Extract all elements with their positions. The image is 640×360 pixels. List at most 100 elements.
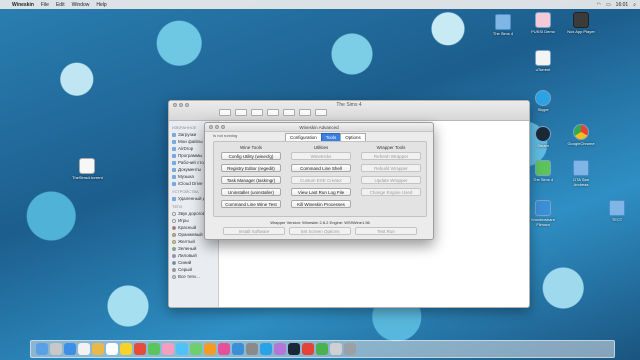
system-preferences-dock-icon[interactable] <box>246 343 258 355</box>
back-button[interactable] <box>219 109 231 116</box>
launchpad-dock-icon[interactable] <box>50 343 62 355</box>
rebuild-wrapper-button[interactable]: Rebuild Wrapper <box>361 164 421 172</box>
desktop-icon-torrent-file[interactable]: TheSims4.torrent <box>72 158 103 180</box>
wrapper-tools-header: Wrapper Tools <box>376 145 406 150</box>
desktop-icon-filmora[interactable]: Wondershare Filmora <box>528 200 558 227</box>
registry-editor-button[interactable]: Registry Editor (regedit) <box>221 164 281 172</box>
desktop-icon-the-sims-4-folder[interactable]: The Sims 4 <box>488 14 518 36</box>
desktop-icon-pussi-demo[interactable]: PUSSI Demo <box>528 12 558 34</box>
calendar-dock-icon[interactable] <box>106 343 118 355</box>
tag-color-dot-icon <box>172 274 176 279</box>
config-utility-button[interactable]: Config Utility (winecfg) <box>221 152 281 160</box>
version-info: Wrapper Version: Wineskin 2.6.2 Engine: … <box>270 220 370 225</box>
set-screen-options-button[interactable]: Set Screen Options <box>289 227 351 235</box>
menu-edit[interactable]: Edit <box>56 2 65 8</box>
kill-wineskin-processes-button[interactable]: Kill Wineskin Processes <box>291 200 351 208</box>
sidebar-tag-item[interactable]: Зеленый <box>172 245 215 252</box>
task-manager-button[interactable]: Task Manager (taskmgr) <box>221 176 281 184</box>
command-line-wine-test-button[interactable]: Command Line Wine Test <box>221 200 281 208</box>
test-run-button[interactable]: Test Run <box>355 227 417 235</box>
view-icons-button[interactable] <box>235 109 247 116</box>
skype-dock-icon[interactable] <box>260 343 272 355</box>
run-status: Is not running <box>213 133 238 138</box>
reminders-dock-icon[interactable] <box>134 343 146 355</box>
wifi-icon[interactable]: ◠ <box>597 2 601 8</box>
tools-panel: Wine Tools Utilities Wrapper Tools Confi… <box>213 141 427 217</box>
messages-dock-icon[interactable] <box>176 343 188 355</box>
sidebar-tag-item[interactable]: Лиловый <box>172 252 215 259</box>
sidebar-tag-item[interactable]: Все теги… <box>172 273 215 280</box>
desktop-icon-the-sims-4-app[interactable]: The Sims 4 <box>528 160 558 182</box>
sidebar-tag-label: Оранжевый <box>178 232 203 237</box>
safari-dock-icon[interactable] <box>64 343 76 355</box>
utorrent-dock-icon[interactable] <box>316 343 328 355</box>
action-button[interactable] <box>283 109 295 116</box>
tag-color-dot-icon <box>172 211 176 216</box>
downloads-dock-icon[interactable] <box>330 343 342 355</box>
folder-icon <box>573 160 589 176</box>
wine-tools-header: Wine Tools <box>240 145 262 150</box>
desktop-icon-nox[interactable]: Nox App Player <box>566 12 596 34</box>
mail-dock-icon[interactable] <box>78 343 90 355</box>
wineskin-advanced-window: Wineskin Advanced Is not running Configu… <box>204 122 434 240</box>
skype-icon <box>535 90 551 106</box>
tag-color-dot-icon <box>172 232 176 237</box>
cat-icon <box>535 12 551 28</box>
sidebar-tag-label: Серый <box>178 267 193 272</box>
battery-icon[interactable]: ▭ <box>606 2 611 8</box>
view-last-run-log-button[interactable]: View Last Run Log File <box>291 188 351 196</box>
desktop-icon-utorrent[interactable]: uTorrent <box>528 50 558 72</box>
sidebar-tag-label: Лиловый <box>178 253 197 258</box>
pages-dock-icon[interactable] <box>204 343 216 355</box>
clock[interactable]: 16:01 <box>616 2 629 8</box>
app-store-dock-icon[interactable] <box>232 343 244 355</box>
uninstaller-button[interactable]: Uninstaller (uninstaller) <box>221 188 281 196</box>
desktop-icon-test-folder[interactable]: ТЕСТ <box>602 200 632 222</box>
utilities-header: Utilities <box>313 145 329 150</box>
update-wrapper-button[interactable]: Update Wrapper <box>361 176 421 184</box>
view-list-button[interactable] <box>251 109 263 116</box>
maps-dock-icon[interactable] <box>148 343 160 355</box>
tags-button[interactable] <box>315 109 327 116</box>
torrent-file-icon <box>79 158 95 174</box>
filmora-icon <box>535 200 551 216</box>
menu-help[interactable]: Help <box>96 2 106 8</box>
custom-exe-creator-button[interactable]: Custom EXE Creator <box>291 176 351 184</box>
refresh-wrapper-button[interactable]: Refresh Wrapper <box>361 152 421 160</box>
menu-file[interactable]: File <box>41 2 49 8</box>
change-engine-button[interactable]: Change Engine Used <box>361 188 421 196</box>
folder-icon <box>495 14 511 30</box>
sidebar-tag-label: Синий <box>178 260 192 265</box>
sidebar-tag-item[interactable]: Синий <box>172 259 215 266</box>
tag-color-dot-icon <box>172 218 176 223</box>
wineskin-dock-icon[interactable] <box>274 343 286 355</box>
finder-dock-icon[interactable] <box>36 343 48 355</box>
photos-dock-icon[interactable] <box>162 343 174 355</box>
airdrop-icon <box>172 146 176 151</box>
menu-window[interactable]: Window <box>72 2 90 8</box>
arrange-button[interactable] <box>267 109 279 116</box>
app-menu[interactable]: Wineskin <box>12 2 34 8</box>
command-line-shell-button[interactable]: Command Line Shell <box>291 164 351 172</box>
sidebar-tag-label: Зеленый <box>178 246 197 251</box>
trash-dock-icon[interactable] <box>344 343 356 355</box>
music-icon <box>172 174 176 179</box>
share-button[interactable] <box>299 109 311 116</box>
sidebar-tag-label: Все теги… <box>178 274 201 279</box>
desktop-icon-gta[interactable]: GTA San Andreas <box>566 160 596 187</box>
sidebar-tag-label: Звук дорогой <box>178 211 206 216</box>
contacts-dock-icon[interactable] <box>92 343 104 355</box>
chrome-dock-icon[interactable] <box>302 343 314 355</box>
desktop-icon-skype[interactable]: Skype <box>528 90 558 112</box>
applications-icon <box>172 153 176 158</box>
search-icon[interactable]: ⌕ <box>633 2 636 8</box>
notes-dock-icon[interactable] <box>120 343 132 355</box>
desktop-icon-steam[interactable]: Steam <box>528 126 558 148</box>
winetricks-button[interactable]: Winetricks <box>291 152 351 160</box>
itunes-dock-icon[interactable] <box>218 343 230 355</box>
install-software-button[interactable]: Install Software <box>223 227 285 235</box>
desktop-icon-chrome[interactable]: GoogleChrome <box>566 124 596 146</box>
facetime-dock-icon[interactable] <box>190 343 202 355</box>
steam-dock-icon[interactable] <box>288 343 300 355</box>
sidebar-tag-item[interactable]: Серый <box>172 266 215 273</box>
